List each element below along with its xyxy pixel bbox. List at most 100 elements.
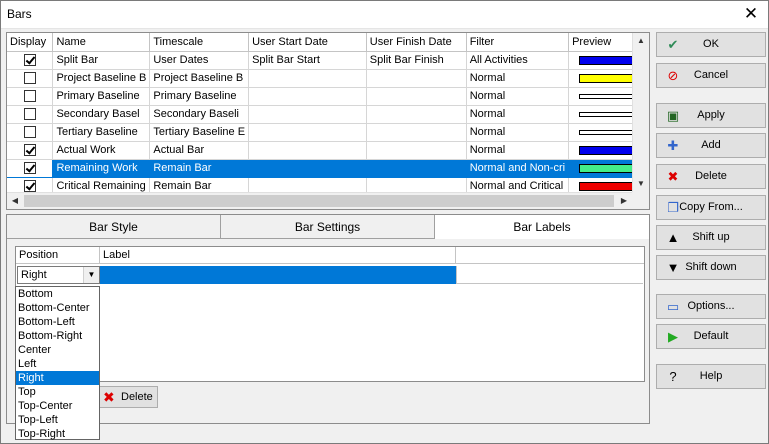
cell-start[interactable]: Split Bar Start xyxy=(248,51,367,70)
cell-finish[interactable] xyxy=(366,123,467,142)
dropdown-option[interactable]: Top-Center xyxy=(16,399,99,413)
tab-bar-labels[interactable]: Bar Labels xyxy=(435,215,649,239)
dropdown-option[interactable]: Bottom-Center xyxy=(16,301,99,315)
cell-name[interactable]: Split Bar xyxy=(52,51,151,70)
display-checkbox[interactable] xyxy=(23,180,36,193)
cell-filter[interactable]: Normal xyxy=(466,141,570,160)
add-button[interactable]: ✚ Add xyxy=(656,133,766,158)
table-row[interactable]: Primary Baseline Primary Baseline Normal xyxy=(7,87,649,106)
cell-finish[interactable] xyxy=(366,141,467,160)
col-header-user-start-date[interactable]: User Start Date xyxy=(248,33,367,52)
ok-button[interactable]: ✔ OK xyxy=(656,32,766,57)
col-header-name[interactable]: Name xyxy=(52,33,151,52)
close-icon[interactable]: ✕ xyxy=(734,1,768,28)
dropdown-option[interactable]: Top-Right xyxy=(16,427,99,441)
help-button[interactable]: ? Help xyxy=(656,364,766,389)
cell-start[interactable] xyxy=(248,141,367,160)
options-button[interactable]: ▭ Options... xyxy=(656,294,766,319)
display-checkbox[interactable] xyxy=(23,54,36,67)
cell-start[interactable] xyxy=(248,123,367,142)
shift-down-button[interactable]: ▼ Shift down xyxy=(656,255,766,280)
cell-name[interactable]: Project Baseline B xyxy=(52,69,151,88)
table-row[interactable]: Split Bar User Dates Split Bar Start Split … xyxy=(7,51,649,70)
cell-name[interactable]: Secondary Basel xyxy=(52,105,151,124)
copy-from-button[interactable]: ❐ Copy From... xyxy=(656,195,766,220)
dropdown-option[interactable]: Top xyxy=(16,385,99,399)
cell-filter[interactable]: Normal xyxy=(466,123,570,142)
cell-filter[interactable]: All Activities xyxy=(466,51,570,70)
display-checkbox[interactable] xyxy=(23,72,36,85)
chevron-down-icon[interactable]: ▼ xyxy=(83,267,99,283)
cell-finish[interactable] xyxy=(366,69,467,88)
vertical-scrollbar[interactable]: ▲ ▼ xyxy=(632,33,649,193)
cell-filter[interactable]: Normal and Non-cri xyxy=(466,159,570,178)
table-row[interactable]: Remaining Work Remain Bar Normal and Non-c… xyxy=(7,159,649,178)
cell-timescale[interactable]: Tertiary Baseline E xyxy=(149,123,250,142)
display-checkbox[interactable] xyxy=(23,90,36,103)
cancel-button[interactable]: ⊘ Cancel xyxy=(656,63,766,88)
cell-finish[interactable] xyxy=(366,159,467,178)
scroll-left-icon[interactable]: ◀ xyxy=(7,193,23,209)
table-row[interactable]: Project Baseline B Project Baseline B Norm… xyxy=(7,69,649,88)
dropdown-option[interactable]: Center xyxy=(16,343,99,357)
x-icon: ✖ xyxy=(103,389,115,405)
cell-start[interactable] xyxy=(248,159,367,178)
cell-filter[interactable]: Normal xyxy=(466,69,570,88)
label-delete-button[interactable]: ✖ Delete xyxy=(98,386,158,408)
cell-timescale[interactable]: Project Baseline B xyxy=(149,69,250,88)
button-label: OK xyxy=(703,38,719,50)
scrollbar-thumb[interactable] xyxy=(24,195,614,207)
button-label: Cancel xyxy=(693,69,729,81)
position-dropdown-list[interactable]: Bottom Bottom-Center Bottom-Left Bottom-Rig… xyxy=(15,286,100,440)
cell-name[interactable]: Primary Baseline xyxy=(52,87,151,106)
scroll-right-icon[interactable]: ▶ xyxy=(616,193,632,209)
preview-bar xyxy=(578,55,639,65)
dropdown-option[interactable]: Left xyxy=(16,357,99,371)
cell-name[interactable]: Actual Work xyxy=(52,141,151,160)
dropdown-option[interactable]: Right xyxy=(16,371,99,385)
cell-start[interactable] xyxy=(248,105,367,124)
tab-bar-settings[interactable]: Bar Settings xyxy=(221,215,435,239)
scroll-down-icon[interactable]: ▼ xyxy=(633,176,649,192)
button-label: Apply xyxy=(697,109,725,121)
col-header-user-finish-date[interactable]: User Finish Date xyxy=(366,33,467,52)
cell-timescale[interactable]: Primary Baseline xyxy=(149,87,250,106)
table-row[interactable]: Tertiary Baseline Tertiary Baseline E Norm… xyxy=(7,123,649,142)
delete-button[interactable]: ✖ Delete xyxy=(656,164,766,189)
dropdown-option[interactable]: Bottom-Right xyxy=(16,329,99,343)
cell-name[interactable]: Tertiary Baseline xyxy=(52,123,151,142)
cell-start[interactable] xyxy=(248,69,367,88)
shift-up-button[interactable]: ▲ Shift up xyxy=(656,225,766,250)
window-title: Bars xyxy=(7,7,32,21)
col-header-display[interactable]: Display xyxy=(7,33,54,52)
display-checkbox[interactable] xyxy=(23,126,36,139)
table-row[interactable]: Secondary Basel Secondary Baseli Normal xyxy=(7,105,649,124)
cell-timescale[interactable]: Actual Bar xyxy=(149,141,250,160)
display-checkbox[interactable] xyxy=(23,162,36,175)
position-select[interactable]: Right ▼ xyxy=(17,266,100,284)
label-input[interactable] xyxy=(100,266,456,284)
horizontal-scrollbar[interactable]: ◀ ▶ xyxy=(7,192,633,209)
col-header-filter[interactable]: Filter xyxy=(466,33,570,52)
dropdown-option[interactable]: Bottom-Left xyxy=(16,315,99,329)
dropdown-option[interactable]: Top-Left xyxy=(16,413,99,427)
cell-finish[interactable] xyxy=(366,105,467,124)
default-button[interactable]: ▶ Default xyxy=(656,324,766,349)
col-header-timescale[interactable]: Timescale xyxy=(149,33,250,52)
table-row[interactable]: Actual Work Actual Bar Normal xyxy=(7,141,649,160)
cell-finish[interactable] xyxy=(366,87,467,106)
cell-finish[interactable]: Split Bar Finish xyxy=(366,51,467,70)
cell-filter[interactable]: Normal xyxy=(466,105,570,124)
cell-timescale[interactable]: Remain Bar xyxy=(149,159,250,178)
cell-timescale[interactable]: User Dates xyxy=(149,51,250,70)
scroll-up-icon[interactable]: ▲ xyxy=(633,33,649,49)
tab-bar-style[interactable]: Bar Style xyxy=(7,215,221,239)
apply-button[interactable]: ▣ Apply xyxy=(656,103,766,128)
display-checkbox[interactable] xyxy=(23,144,36,157)
cell-timescale[interactable]: Secondary Baseli xyxy=(149,105,250,124)
cell-name[interactable]: Remaining Work xyxy=(52,159,151,178)
cell-filter[interactable]: Normal xyxy=(466,87,570,106)
cell-start[interactable] xyxy=(248,87,367,106)
dropdown-option[interactable]: Bottom xyxy=(16,287,99,301)
display-checkbox[interactable] xyxy=(23,108,36,121)
